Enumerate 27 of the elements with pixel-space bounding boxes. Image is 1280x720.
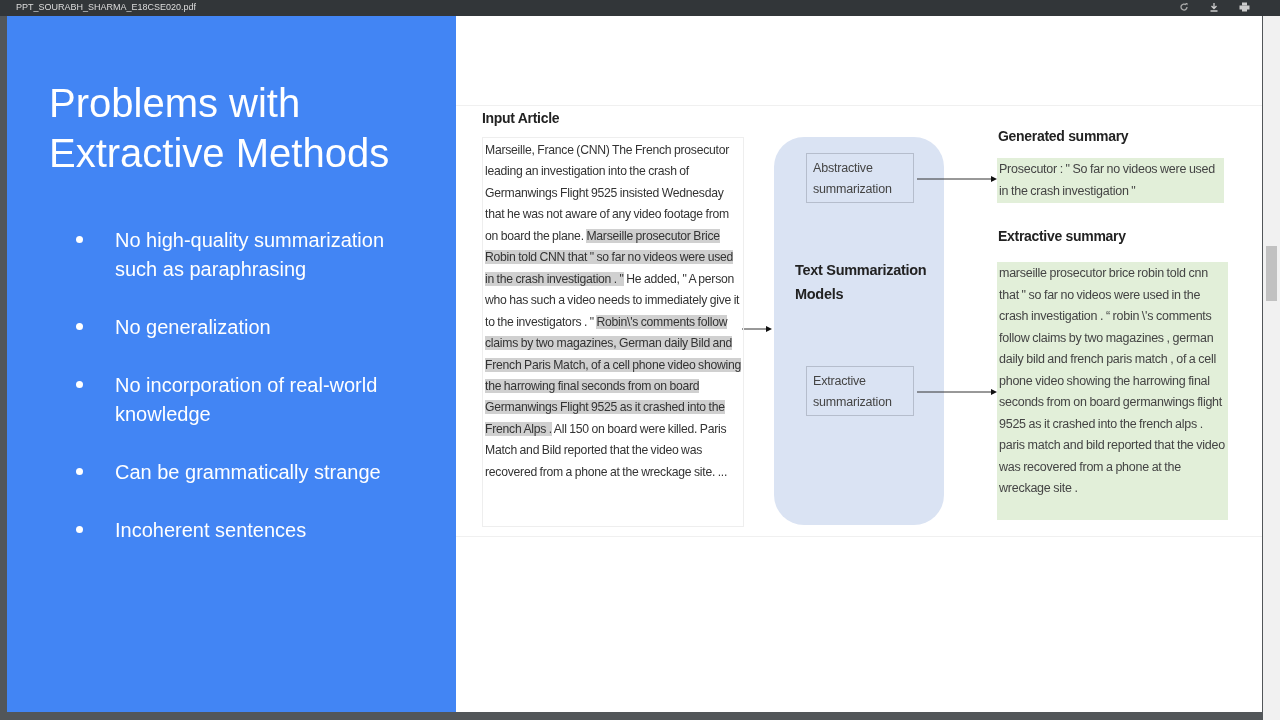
bullet-icon [76,236,83,243]
figure-heading: Input Article [482,110,560,126]
bullet-icon [76,323,83,330]
bullet-icon [76,468,83,475]
document-title: PPT_SOURABH_SHARMA_E18CSE020.pdf [16,2,197,13]
slide-title: Problems with Extractive Methods [49,80,391,177]
bullet-text: Incoherent sentences [115,518,308,543]
arrow [742,325,772,333]
bullet-icon [76,381,83,388]
summary-text: Prosecutor : " So far no videos were used in the crash investigation " [997,158,1224,203]
summary-heading: Extractive summary [998,228,1126,244]
method-box: Abstractive summarization [806,153,914,203]
scrollbar-thumb[interactable] [1266,246,1277,301]
print-icon[interactable] [1239,2,1250,12]
models-label: Text Summarization Models [795,261,928,304]
bullet-icon [76,526,83,533]
summary-heading: Generated summary [998,128,1129,144]
download-icon[interactable] [1209,2,1219,12]
summary-text: marseille prosecutor brice robin told cnn that " so far no videos were used in the crash investigation . “ robin \'s comments follow claims by two magazines , german daily bild and french paris match , of a cell phone video showing the harrowing final seconds from on board germanwings flight 9525 as it crashed into the french alps . paris match and bild reported that the video was recovered from a phone at the wreckage site . [997,262,1228,520]
rotate-icon[interactable] [1179,2,1189,12]
bullet-text: No incorporation of real-world knowledge [115,373,379,427]
article-text: Marseille, France (CNN) The French prosecutor leading an investigation into the crash of Germanwings Flight 9525 insisted Wednesday that he was not aware of any video footage from on board the plane. Marseille prosecutor Brice Robin told CNN that " so far no videos were used in the crash investigation . " He added, " A person who has such a video needs to immediately give it to the investigators . " Robin\'s comments follow claims by two magazines, German daily Bild and French Paris Match, of a cell phone video showing the harrowing final seconds from on board Germanwings Flight 9525 as it crashed into the French Alps .All 150 on board were killed. Paris Match and Bild reported that the video was recovered from a phone at the wreckage site. ... [482,137,744,527]
bullet-text: No high-quality summarization such as paraphrasing [115,228,385,282]
scrollbar[interactable] [1263,16,1280,720]
method-box: Extractive summarization [806,366,914,416]
bullet-text: Can be grammatically strange [115,460,382,485]
bullet-text: No generalization [115,315,272,340]
